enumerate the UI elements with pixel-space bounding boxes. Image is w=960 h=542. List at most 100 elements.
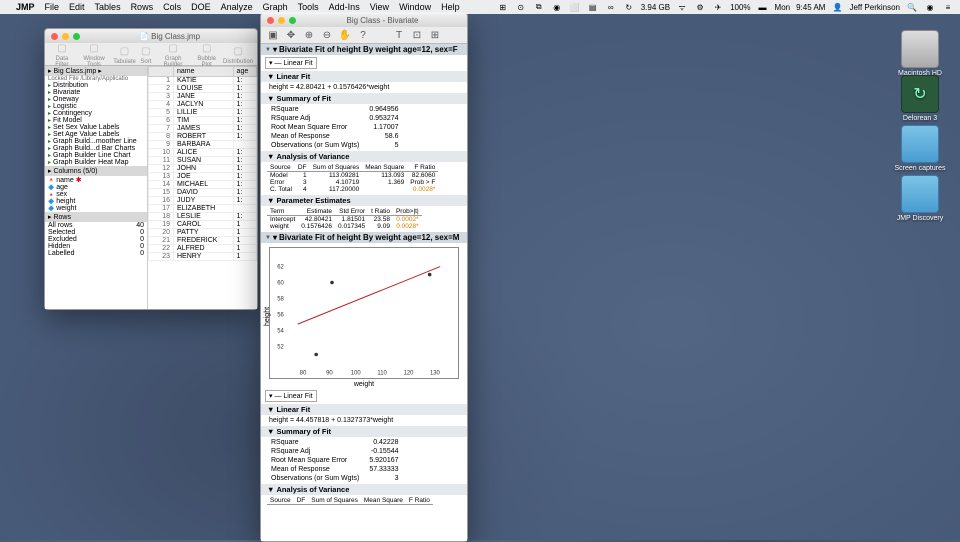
data-grid[interactable]: nameage1KATIE1:2LOUISE1:3JANE1:4JACLYN1:… — [148, 66, 257, 309]
table-row[interactable]: 6TIM1: — [149, 117, 257, 125]
toolbar-button[interactable]: ▢Tabulate — [113, 43, 136, 65]
rows-stat[interactable]: Labelled0 — [45, 250, 147, 257]
rows-stat[interactable]: All rows40 — [45, 222, 147, 229]
column-header[interactable]: name — [174, 67, 234, 77]
wifi-icon[interactable]: ᯤ — [676, 2, 688, 13]
spotlight-icon[interactable]: 🔍 — [906, 3, 918, 12]
minimize-button[interactable] — [62, 33, 69, 40]
rows-panel-header[interactable]: ▸ Rows — [45, 212, 147, 222]
column-item[interactable]: 🔷 height — [45, 198, 147, 205]
toolbar-button[interactable]: ✥ — [283, 27, 299, 43]
menu-edit[interactable]: Edit — [69, 2, 85, 12]
user-name[interactable]: Jeff Perkinson — [849, 3, 900, 12]
status-icon[interactable]: ⚙ — [694, 3, 706, 12]
status-icon[interactable]: ✈ — [712, 3, 724, 12]
table-row[interactable]: 10ALICE1: — [149, 149, 257, 157]
column-header[interactable] — [149, 67, 174, 77]
menu-rows[interactable]: Rows — [131, 2, 154, 12]
table-row[interactable]: 16JUDY1: — [149, 197, 257, 205]
table-row[interactable]: 7JAMES1: — [149, 125, 257, 133]
battery-pct[interactable]: 100% — [730, 3, 750, 12]
table-row[interactable]: 9BARBARA — [149, 141, 257, 149]
memory-status[interactable]: 3.94 GB — [641, 3, 670, 12]
anova-header[interactable]: ▼Analysis of Variance — [261, 151, 467, 162]
menu-doe[interactable]: DOE — [191, 2, 211, 12]
table-row[interactable]: 23HENRY1 — [149, 253, 257, 261]
script-item[interactable]: ▸Graph Build...d Bar Charts — [45, 145, 147, 152]
script-item[interactable]: ▸Graph Build...moother Line — [45, 138, 147, 145]
menu-graph[interactable]: Graph — [263, 2, 288, 12]
script-item[interactable]: ▸Distribution — [45, 82, 147, 89]
summary-header[interactable]: ▼Summary of Fit — [261, 426, 467, 437]
table-row[interactable]: 22ALFRED1 — [149, 245, 257, 253]
summary-header[interactable]: ▼Summary of Fit — [261, 93, 467, 104]
linear-fit-header[interactable]: ▼Linear Fit — [261, 404, 467, 415]
status-icon[interactable]: ⊙ — [515, 3, 527, 12]
script-item[interactable]: ▸Oneway — [45, 96, 147, 103]
desktop-icon[interactable]: ↻Delorean 3 — [890, 75, 950, 122]
table-row[interactable]: 5LILLIE1: — [149, 109, 257, 117]
toolbar-button[interactable]: ▣ — [265, 27, 281, 43]
script-item[interactable]: ▸Fit Model — [45, 117, 147, 124]
menu-tables[interactable]: Tables — [95, 2, 121, 12]
table-row[interactable]: 15DAVID1: — [149, 189, 257, 197]
toolbar-button[interactable]: T — [391, 27, 407, 43]
table-row[interactable]: 4JACLYN1: — [149, 101, 257, 109]
status-icon[interactable]: ∞ — [605, 3, 617, 12]
table-panel-header[interactable]: ▸ Big Class.jmp ▸ — [45, 66, 147, 76]
status-icon[interactable]: ↻ — [623, 3, 635, 12]
column-item[interactable]: 🔷 age — [45, 184, 147, 191]
menu-tools[interactable]: Tools — [298, 2, 319, 12]
table-row[interactable]: 14MICHAEL1: — [149, 181, 257, 189]
script-item[interactable]: ▸Set Age Value Labels — [45, 131, 147, 138]
status-icon[interactable]: ◉ — [551, 3, 563, 12]
toolbar-button[interactable]: ⊕ — [301, 27, 317, 43]
table-row[interactable]: 11SUSAN1: — [149, 157, 257, 165]
script-item[interactable]: ▸Set Sex Value Labels — [45, 124, 147, 131]
toolbar-button[interactable]: ⊡ — [409, 27, 425, 43]
clock-day[interactable]: Mon — [775, 3, 791, 12]
table-row[interactable]: 17ELIZABETH — [149, 205, 257, 213]
status-icon[interactable]: ⊞ — [497, 3, 509, 12]
menu-view[interactable]: View — [370, 2, 389, 12]
rows-stat[interactable]: Excluded0 — [45, 236, 147, 243]
linear-fit-header[interactable]: ▼Linear Fit — [261, 71, 467, 82]
script-item[interactable]: ▸Bivariate — [45, 89, 147, 96]
table-row[interactable]: 18LESLIE1: — [149, 213, 257, 221]
scatter-chart[interactable]: height 8090100110120130525456586062 — [269, 247, 459, 379]
column-header[interactable]: age — [233, 67, 256, 77]
script-item[interactable]: ▸Contingency — [45, 110, 147, 117]
column-item[interactable]: 🔺 name ✱ — [45, 176, 147, 184]
status-icon[interactable]: ▤ — [587, 3, 599, 12]
clock-time[interactable]: 9:45 AM — [796, 3, 825, 12]
toolbar-button[interactable]: ⊞ — [427, 27, 443, 43]
table-row[interactable]: 3JANE1: — [149, 93, 257, 101]
table-row[interactable]: 2LOUISE1: — [149, 85, 257, 93]
param-header[interactable]: ▼Parameter Estimates — [261, 195, 467, 206]
status-icon[interactable]: ⬜ — [569, 3, 581, 12]
toolbar-button[interactable]: ▢Sort — [138, 43, 154, 65]
menu-cols[interactable]: Cols — [163, 2, 181, 12]
toolbar-button[interactable]: ▢Window Tools — [77, 40, 111, 68]
anova-header[interactable]: ▼Analysis of Variance — [261, 484, 467, 495]
desktop-icon[interactable]: Screen captures — [890, 125, 950, 172]
menu-window[interactable]: Window — [399, 2, 431, 12]
desktop-icon[interactable]: JMP Discovery — [890, 175, 950, 222]
toolbar-button[interactable]: ▢Graph Builder — [156, 40, 191, 68]
app-name[interactable]: JMP — [16, 2, 35, 12]
table-row[interactable]: 20PATTY1 — [149, 229, 257, 237]
notification-icon[interactable]: ≡ — [942, 3, 954, 12]
linear-fit-toggle[interactable]: ▾ — Linear Fit — [265, 57, 317, 69]
section-header[interactable]: ▼▾Bivariate Fit of height By weight age=… — [261, 44, 467, 55]
section-header[interactable]: ▼▾Bivariate Fit of height By weight age=… — [261, 232, 467, 243]
linear-fit-toggle[interactable]: ▾ — Linear Fit — [265, 390, 317, 402]
zoom-button[interactable] — [73, 33, 80, 40]
table-row[interactable]: 8ROBERT1: — [149, 133, 257, 141]
table-row[interactable]: 1KATIE1: — [149, 77, 257, 85]
table-row[interactable]: 12JOHN1: — [149, 165, 257, 173]
script-item[interactable]: ▸Graph Builder Line Chart — [45, 152, 147, 159]
titlebar[interactable]: Big Class - Bivariate — [261, 13, 467, 27]
user-icon[interactable]: 👤 — [831, 3, 843, 12]
script-item[interactable]: ▸Logistic — [45, 103, 147, 110]
menu-file[interactable]: File — [45, 2, 60, 12]
